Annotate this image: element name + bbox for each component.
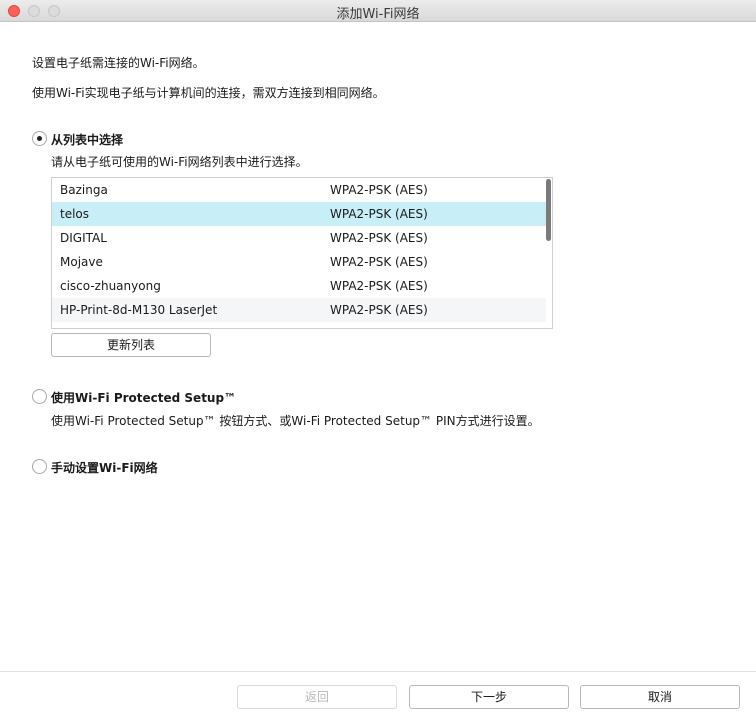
network-row[interactable]: Bazinga WPA2-PSK (AES) [52,178,546,202]
back-button[interactable]: 返回 [237,685,397,709]
network-security: WPA2-PSK (AES) [330,279,428,293]
network-ssid: Mojave [60,255,103,269]
select-from-list-description: 请从电子纸可使用的Wi-Fi网络列表中进行选择。 [51,155,308,169]
network-security: WPA2-PSK (AES) [330,231,428,245]
radio-manual-setup[interactable] [32,459,47,474]
network-security: WPA2-PSK (AES) [330,255,428,269]
footer-separator [0,671,756,672]
refresh-list-button[interactable]: 更新列表 [51,333,211,357]
network-ssid: DIGITAL [60,231,107,245]
network-security: WPA2-PSK (AES) [330,207,428,221]
network-ssid: Bazinga [60,183,108,197]
radio-select-from-list-label[interactable]: 从列表中选择 [51,131,123,148]
network-row[interactable]: DIGITAL WPA2-PSK (AES) [52,226,546,250]
network-row[interactable]: Mojave WPA2-PSK (AES) [52,250,546,274]
window-title: 添加Wi-Fi网络 [336,7,420,22]
network-ssid: telos [60,207,90,221]
next-button[interactable]: 下一步 [409,685,569,709]
network-ssid: cisco-zhuanyong [60,279,161,293]
network-row[interactable]: HP-Print-8d-M130 LaserJet WPA2-PSK (AES) [52,298,546,322]
radio-manual-setup-label[interactable]: 手动设置Wi-Fi网络 [51,459,158,476]
network-row-selected[interactable]: telos WPA2-PSK (AES) [52,202,546,226]
radio-select-from-list[interactable] [32,131,47,146]
network-list-scrollbar[interactable] [546,179,551,241]
intro-line-1: 设置电子纸需连接的Wi-Fi网络。 [32,56,205,70]
network-list[interactable]: Bazinga WPA2-PSK (AES) telos WPA2-PSK (A… [51,177,553,329]
network-security: WPA2-PSK (AES) [330,183,428,197]
title-bar: 添加Wi-Fi网络 [0,0,756,22]
network-row[interactable]: cisco-zhuanyong WPA2-PSK (AES) [52,274,546,298]
cancel-button[interactable]: 取消 [580,685,740,709]
network-security: WPA2-PSK (AES) [330,303,428,317]
radio-wps-label[interactable]: 使用Wi-Fi Protected Setup™ [51,389,236,406]
intro-line-2: 使用Wi-Fi实现电子纸与计算机间的连接，需双方连接到相同网络。 [32,86,385,100]
radio-wps[interactable] [32,389,47,404]
wps-description: 使用Wi-Fi Protected Setup™ 按钮方式、或Wi-Fi Pro… [51,414,540,428]
wifi-setup-window: 添加Wi-Fi网络 设置电子纸需连接的Wi-Fi网络。 使用Wi-Fi实现电子纸… [0,0,756,720]
network-ssid: HP-Print-8d-M130 LaserJet [60,303,218,317]
